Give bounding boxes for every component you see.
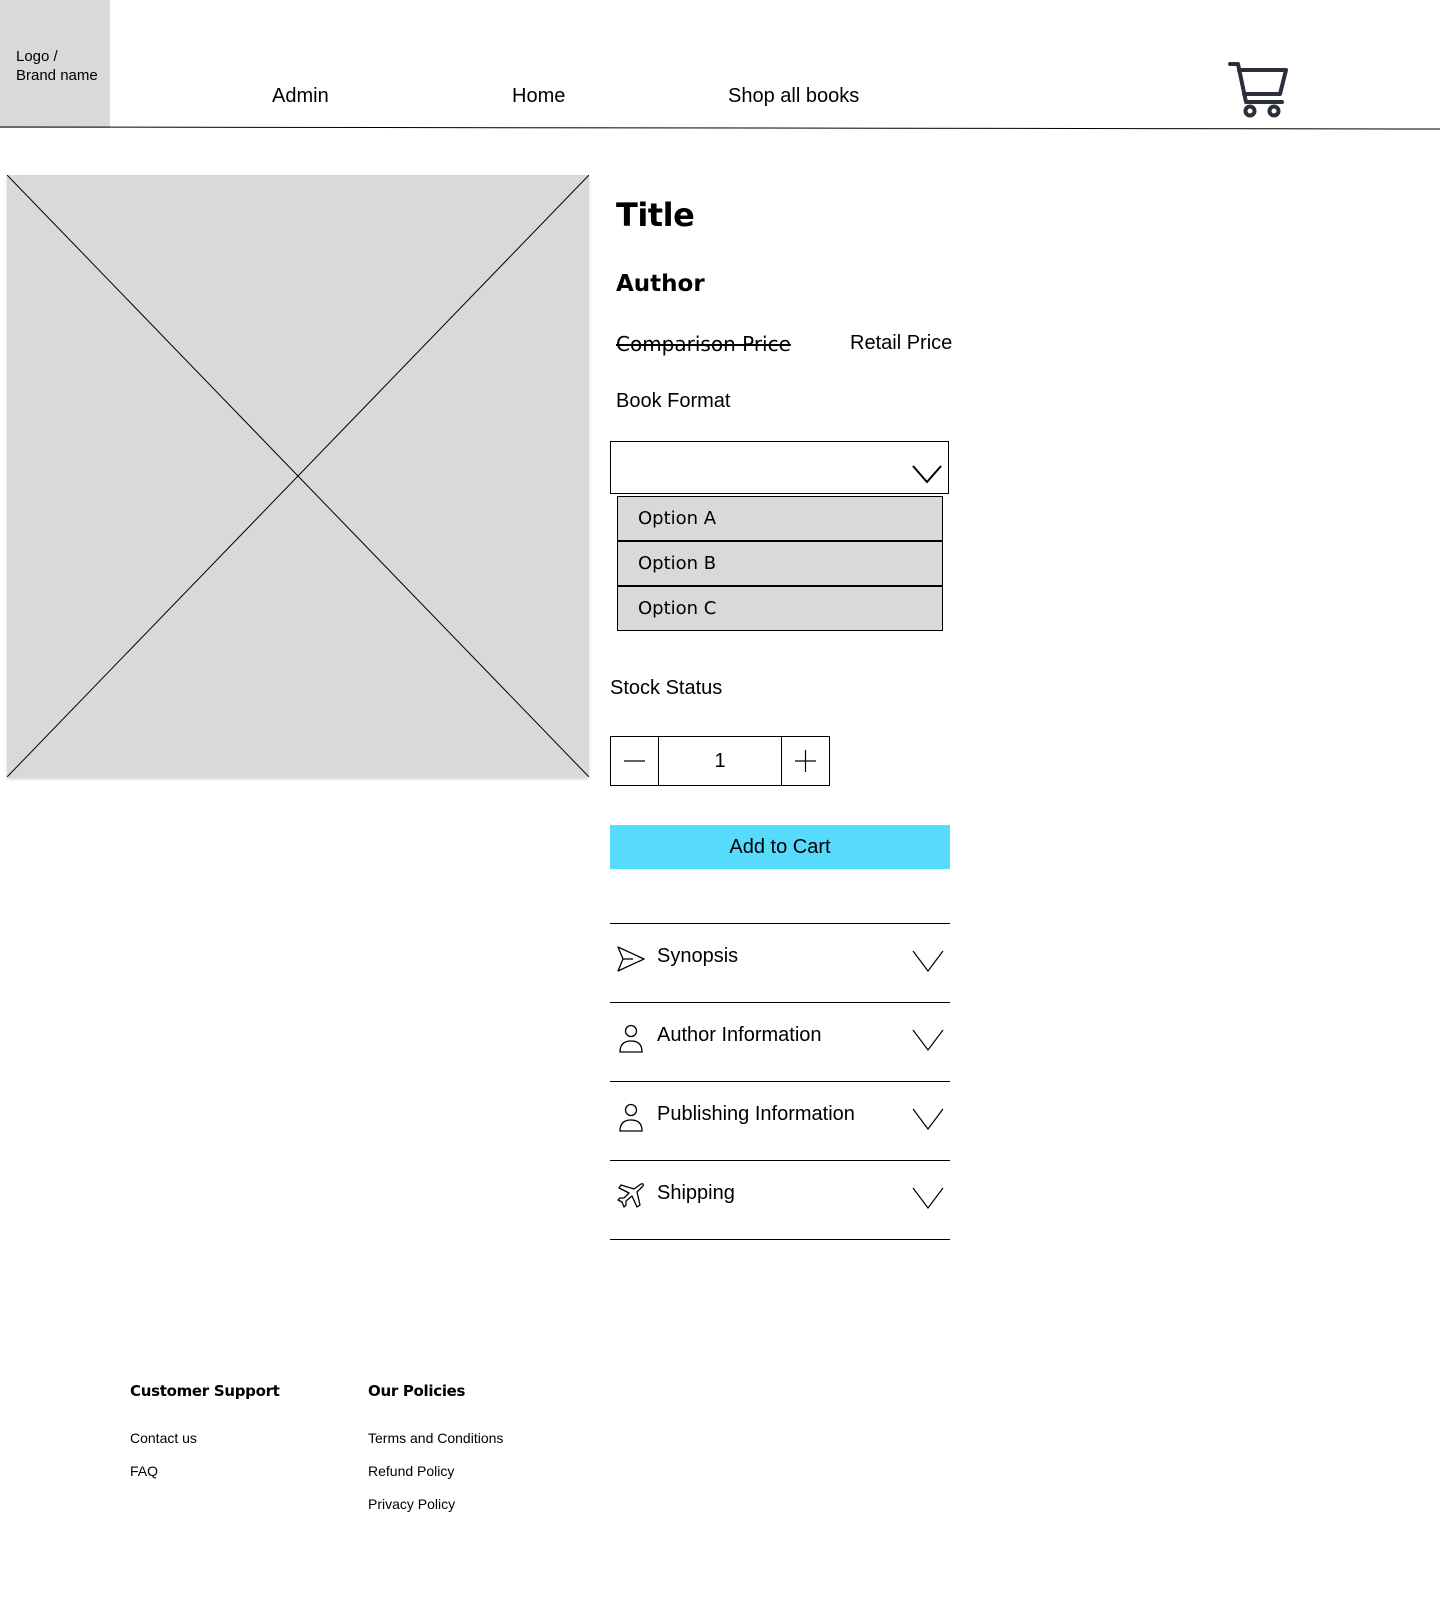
product-title: Title (616, 196, 695, 234)
book-format-label: Book Format (616, 390, 731, 412)
nav-home[interactable]: Home (512, 84, 565, 108)
format-option-b[interactable]: Option B (617, 541, 943, 586)
chevron-down-icon (912, 950, 944, 972)
decrement-button[interactable] (611, 737, 659, 785)
header-divider (0, 126, 1440, 130)
shopping-cart-icon[interactable] (1228, 60, 1290, 120)
stock-status: Stock Status (610, 677, 723, 699)
footer-link-terms[interactable]: Terms and Conditions (368, 1430, 503, 1446)
image-placeholder-icon (7, 175, 589, 777)
footer-link-contact-us[interactable]: Contact us (130, 1430, 197, 1446)
accordion-label: Author Information (657, 1024, 822, 1046)
accordion-divider (610, 1239, 950, 1240)
person-icon (619, 1103, 643, 1132)
nav-admin[interactable]: Admin (272, 84, 329, 108)
footer-link-privacy-policy[interactable]: Privacy Policy (368, 1496, 455, 1512)
airplane-icon (617, 1183, 644, 1208)
increment-button[interactable] (781, 737, 829, 785)
logo-placeholder[interactable]: Logo / Brand name (0, 0, 110, 128)
accordion-label: Publishing Information (657, 1103, 855, 1125)
accordion-publishing-information[interactable]: Publishing Information (610, 1082, 950, 1160)
retail-price: Retail Price (850, 332, 953, 354)
person-icon (619, 1024, 643, 1053)
product-image-placeholder (7, 175, 589, 777)
minus-icon (624, 760, 645, 762)
footer-link-refund-policy[interactable]: Refund Policy (368, 1463, 454, 1479)
quantity-value[interactable]: 1 (659, 737, 781, 785)
chevron-down-icon (912, 1187, 944, 1209)
accordion-synopsis[interactable]: Synopsis (610, 924, 950, 1002)
quantity-stepper: 1 (610, 736, 830, 786)
footer-heading-our-policies: Our Policies (368, 1382, 466, 1400)
chevron-down-icon (912, 465, 942, 484)
format-option-a[interactable]: Option A (617, 496, 943, 541)
accordion-label: Synopsis (657, 945, 739, 967)
plus-icon (795, 750, 816, 772)
nav-shop-all-books[interactable]: Shop all books (728, 84, 859, 108)
product-author: Author (616, 271, 705, 297)
footer-link-faq[interactable]: FAQ (130, 1463, 158, 1479)
format-option-c[interactable]: Option C (617, 586, 943, 631)
chevron-down-icon (912, 1029, 944, 1051)
accordion-label: Shipping (657, 1182, 735, 1204)
footer-heading-customer-support: Customer Support (130, 1382, 280, 1400)
book-format-select[interactable] (610, 441, 949, 494)
accordion-author-information[interactable]: Author Information (610, 1003, 950, 1081)
chevron-down-icon (912, 1108, 944, 1130)
add-to-cart-button[interactable]: Add to Cart (610, 825, 950, 869)
comparison-price: Comparison Price (616, 332, 791, 356)
accordion-shipping[interactable]: Shipping (610, 1161, 950, 1239)
brand-name: Logo / Brand name (16, 48, 98, 84)
paper-plane-icon (617, 946, 645, 972)
